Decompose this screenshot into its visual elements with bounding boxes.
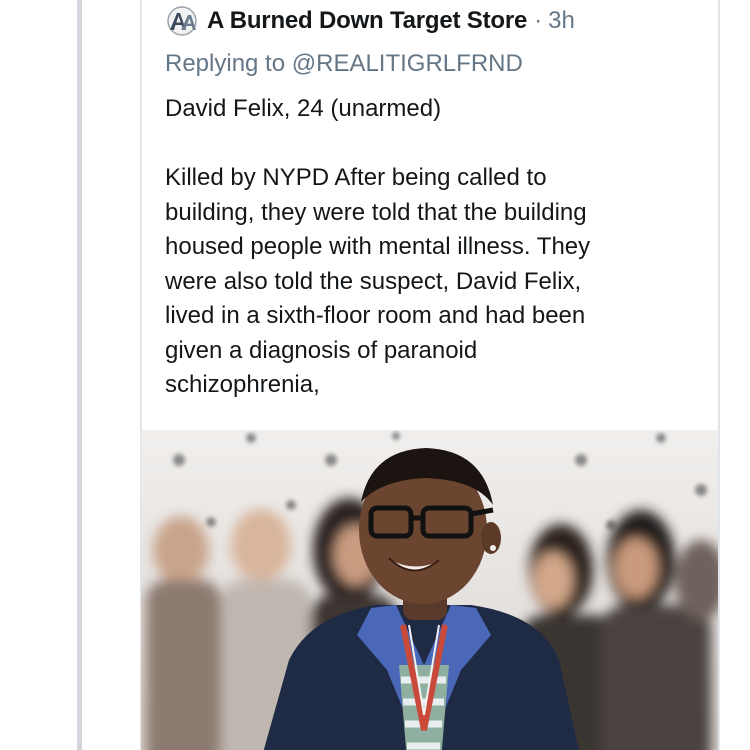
replying-to-line: Replying to @REALITIGRLFRND bbox=[165, 50, 523, 78]
replying-to-handle-link[interactable]: @REALITIGRLFRND bbox=[292, 50, 523, 77]
author-display-name[interactable]: A Burned Down Target Store bbox=[207, 7, 527, 35]
reply-thread-line bbox=[77, 0, 82, 750]
tweet-media-photo[interactable] bbox=[141, 430, 718, 750]
screenshot-stage: A Burned Down Target Store · 3h Replying… bbox=[0, 0, 750, 750]
tweet-text-line1: David Felix, 24 (unarmed) bbox=[165, 95, 442, 122]
replying-to-prefix: Replying to bbox=[165, 50, 286, 77]
photo-of-smiling-young-man-with-glasses-icon bbox=[141, 430, 718, 750]
tweet-text: David Felix, 24 (unarmed) Killed by NYPD… bbox=[165, 92, 705, 403]
tweet-timestamp[interactable]: 3h bbox=[548, 7, 575, 35]
tweet-header: A Burned Down Target Store · 3h bbox=[165, 4, 575, 38]
user-avatar-icon[interactable] bbox=[165, 6, 199, 36]
tweet-text-body: Killed by NYPD After being called to bui… bbox=[165, 164, 591, 398]
header-separator: · bbox=[534, 7, 543, 34]
